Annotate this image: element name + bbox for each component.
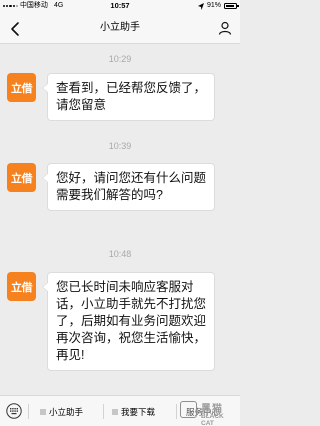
nav-bar: 小立助手 [0, 12, 240, 44]
divider [176, 404, 177, 419]
location-icon [197, 2, 204, 10]
message-bubble[interactable]: 查看到，已经帮您反馈了，请您留意 [42, 73, 215, 121]
keyboard-icon[interactable] [6, 403, 22, 419]
watermark-en: BLACK CAT [201, 413, 224, 426]
battery-percent: 91% [206, 2, 221, 9]
status-bar: 中国移动 4G 10:57 91% [0, 0, 240, 12]
battery-fill [226, 5, 235, 7]
status-right: 91% [197, 0, 239, 12]
battery-icon [224, 3, 239, 9]
chat-area[interactable]: 10:29 立借 查看到，已经帮您反馈了，请您留意 10:39 立借 您好，请问… [0, 45, 240, 395]
message-row: 立借 查看到，已经帮您反馈了，请您留意 [7, 73, 233, 123]
divider [28, 404, 29, 419]
divider [103, 404, 104, 419]
black-cat-logo-icon [180, 401, 197, 418]
message-timestamp: 10:29 [108, 54, 132, 64]
bot-avatar[interactable]: 立借 [7, 163, 36, 192]
bot-avatar[interactable]: 立借 [7, 73, 36, 102]
message-timestamp: 10:48 [108, 249, 132, 259]
watermark-logo: 黑猫 BLACK CAT [180, 400, 238, 426]
bot-avatar[interactable]: 立借 [7, 272, 36, 301]
menu-lines-icon [40, 409, 46, 414]
message-bubble[interactable]: 您好，请问您还有什么问题需要我们解答的吗? [42, 163, 215, 211]
menu-label: 我要下载 [121, 406, 156, 417]
menu-item-assistant[interactable]: 小立助手 [40, 396, 83, 426]
message-row: 立借 您已长时间未响应客服对话，小立助手就先不打扰您了，后期如有业务问题欢迎再次… [7, 272, 233, 382]
bottom-menu-bar: 小立助手 我要下载 服务中心 黑猫 BLACK CAT [0, 395, 240, 426]
page-title: 小立助手 [100, 22, 140, 33]
message-bubble[interactable]: 您已长时间未响应客服对话，小立助手就先不打扰您了，后期如有业务问题欢迎再次咨询，… [42, 272, 215, 371]
message-timestamp: 10:39 [108, 141, 132, 151]
person-icon[interactable] [218, 21, 232, 35]
menu-lines-icon [112, 409, 118, 414]
message-row: 立借 您好，请问您还有什么问题需要我们解答的吗? [7, 163, 233, 235]
menu-item-download[interactable]: 我要下载 [112, 396, 155, 426]
menu-label: 小立助手 [49, 406, 84, 417]
